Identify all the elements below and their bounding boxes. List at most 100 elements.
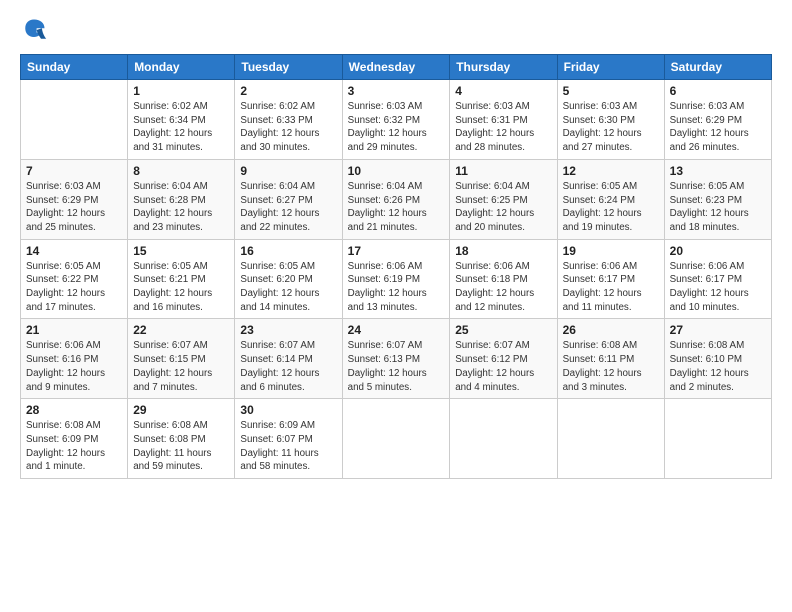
day-info: Sunrise: 6:08 AM Sunset: 6:09 PM Dayligh…: [26, 419, 122, 474]
calendar-cell: 19 Sunrise: 6:06 AM Sunset: 6:17 PM Dayli…: [557, 239, 664, 319]
calendar-cell: 17 Sunrise: 6:06 AM Sunset: 6:19 PM Dayli…: [342, 239, 450, 319]
day-info: Sunrise: 6:05 AM Sunset: 6:23 PM Dayligh…: [670, 180, 766, 235]
day-number: 3: [348, 84, 445, 98]
week-row-5: 28 Sunrise: 6:08 AM Sunset: 6:09 PM Dayli…: [21, 399, 772, 479]
calendar-cell: 24 Sunrise: 6:07 AM Sunset: 6:13 PM Dayli…: [342, 319, 450, 399]
calendar-cell: 10 Sunrise: 6:04 AM Sunset: 6:26 PM Dayli…: [342, 159, 450, 239]
day-info: Sunrise: 6:03 AM Sunset: 6:29 PM Dayligh…: [670, 100, 766, 155]
day-number: 30: [240, 403, 336, 417]
day-info: Sunrise: 6:05 AM Sunset: 6:22 PM Dayligh…: [26, 260, 122, 315]
day-info: Sunrise: 6:03 AM Sunset: 6:30 PM Dayligh…: [563, 100, 659, 155]
day-info: Sunrise: 6:04 AM Sunset: 6:27 PM Dayligh…: [240, 180, 336, 235]
page: SundayMondayTuesdayWednesdayThursdayFrid…: [0, 0, 792, 612]
calendar-cell: [664, 399, 771, 479]
calendar-cell: 20 Sunrise: 6:06 AM Sunset: 6:17 PM Dayli…: [664, 239, 771, 319]
day-info: Sunrise: 6:06 AM Sunset: 6:17 PM Dayligh…: [563, 260, 659, 315]
day-info: Sunrise: 6:06 AM Sunset: 6:16 PM Dayligh…: [26, 339, 122, 394]
day-number: 29: [133, 403, 229, 417]
day-number: 16: [240, 244, 336, 258]
day-info: Sunrise: 6:07 AM Sunset: 6:13 PM Dayligh…: [348, 339, 445, 394]
day-number: 8: [133, 164, 229, 178]
day-info: Sunrise: 6:09 AM Sunset: 6:07 PM Dayligh…: [240, 419, 336, 474]
day-number: 13: [670, 164, 766, 178]
day-info: Sunrise: 6:04 AM Sunset: 6:28 PM Dayligh…: [133, 180, 229, 235]
day-info: Sunrise: 6:05 AM Sunset: 6:24 PM Dayligh…: [563, 180, 659, 235]
day-number: 22: [133, 323, 229, 337]
day-number: 18: [455, 244, 551, 258]
day-number: 10: [348, 164, 445, 178]
day-number: 24: [348, 323, 445, 337]
day-info: Sunrise: 6:02 AM Sunset: 6:34 PM Dayligh…: [133, 100, 229, 155]
day-info: Sunrise: 6:07 AM Sunset: 6:14 PM Dayligh…: [240, 339, 336, 394]
calendar-cell: 27Sunrise: 6:08 AM Sunset: 6:10 PM Dayli…: [664, 319, 771, 399]
day-number: 15: [133, 244, 229, 258]
calendar-cell: 9 Sunrise: 6:04 AM Sunset: 6:27 PM Daylig…: [235, 159, 342, 239]
header: [20, 16, 772, 44]
day-info: Sunrise: 6:03 AM Sunset: 6:31 PM Dayligh…: [455, 100, 551, 155]
day-info: Sunrise: 6:06 AM Sunset: 6:19 PM Dayligh…: [348, 260, 445, 315]
day-info: Sunrise: 6:05 AM Sunset: 6:21 PM Dayligh…: [133, 260, 229, 315]
calendar-cell: 14 Sunrise: 6:05 AM Sunset: 6:22 PM Dayli…: [21, 239, 128, 319]
week-row-1: 1Sunrise: 6:02 AM Sunset: 6:34 PM Daylig…: [21, 80, 772, 160]
day-info: Sunrise: 6:05 AM Sunset: 6:20 PM Dayligh…: [240, 260, 336, 315]
calendar-body: 1Sunrise: 6:02 AM Sunset: 6:34 PM Daylig…: [21, 80, 772, 479]
day-info: Sunrise: 6:08 AM Sunset: 6:11 PM Dayligh…: [563, 339, 659, 394]
week-row-2: 7 Sunrise: 6:03 AM Sunset: 6:29 PM Daylig…: [21, 159, 772, 239]
day-number: 19: [563, 244, 659, 258]
day-number: 25: [455, 323, 551, 337]
calendar-cell: 26Sunrise: 6:08 AM Sunset: 6:11 PM Dayli…: [557, 319, 664, 399]
day-number: 14: [26, 244, 122, 258]
header-row: SundayMondayTuesdayWednesdayThursdayFrid…: [21, 55, 772, 80]
week-row-3: 14 Sunrise: 6:05 AM Sunset: 6:22 PM Dayli…: [21, 239, 772, 319]
day-number: 23: [240, 323, 336, 337]
day-number: 7: [26, 164, 122, 178]
day-number: 5: [563, 84, 659, 98]
day-number: 6: [670, 84, 766, 98]
calendar-cell: 8 Sunrise: 6:04 AM Sunset: 6:28 PM Daylig…: [128, 159, 235, 239]
calendar-cell: 11Sunrise: 6:04 AM Sunset: 6:25 PM Dayli…: [450, 159, 557, 239]
day-info: Sunrise: 6:04 AM Sunset: 6:26 PM Dayligh…: [348, 180, 445, 235]
column-header-thursday: Thursday: [450, 55, 557, 80]
calendar-cell: 15 Sunrise: 6:05 AM Sunset: 6:21 PM Dayli…: [128, 239, 235, 319]
calendar-header: SundayMondayTuesdayWednesdayThursdayFrid…: [21, 55, 772, 80]
calendar-cell: [450, 399, 557, 479]
calendar-cell: 5 Sunrise: 6:03 AM Sunset: 6:30 PM Daylig…: [557, 80, 664, 160]
calendar-cell: [21, 80, 128, 160]
calendar-cell: [342, 399, 450, 479]
column-header-sunday: Sunday: [21, 55, 128, 80]
day-number: 28: [26, 403, 122, 417]
week-row-4: 21 Sunrise: 6:06 AM Sunset: 6:16 PM Dayli…: [21, 319, 772, 399]
day-number: 20: [670, 244, 766, 258]
calendar-cell: 21 Sunrise: 6:06 AM Sunset: 6:16 PM Dayli…: [21, 319, 128, 399]
calendar-cell: 12Sunrise: 6:05 AM Sunset: 6:24 PM Dayli…: [557, 159, 664, 239]
day-info: Sunrise: 6:02 AM Sunset: 6:33 PM Dayligh…: [240, 100, 336, 155]
day-number: 21: [26, 323, 122, 337]
calendar-cell: 29 Sunrise: 6:08 AM Sunset: 6:08 PM Dayli…: [128, 399, 235, 479]
column-header-saturday: Saturday: [664, 55, 771, 80]
calendar-cell: 4 Sunrise: 6:03 AM Sunset: 6:31 PM Daylig…: [450, 80, 557, 160]
calendar-cell: 23 Sunrise: 6:07 AM Sunset: 6:14 PM Dayli…: [235, 319, 342, 399]
calendar-cell: 3 Sunrise: 6:03 AM Sunset: 6:32 PM Daylig…: [342, 80, 450, 160]
column-header-friday: Friday: [557, 55, 664, 80]
day-info: Sunrise: 6:07 AM Sunset: 6:12 PM Dayligh…: [455, 339, 551, 394]
day-info: Sunrise: 6:03 AM Sunset: 6:32 PM Dayligh…: [348, 100, 445, 155]
calendar-cell: 28 Sunrise: 6:08 AM Sunset: 6:09 PM Dayli…: [21, 399, 128, 479]
calendar-cell: 13 Sunrise: 6:05 AM Sunset: 6:23 PM Dayli…: [664, 159, 771, 239]
day-info: Sunrise: 6:06 AM Sunset: 6:17 PM Dayligh…: [670, 260, 766, 315]
day-info: Sunrise: 6:03 AM Sunset: 6:29 PM Dayligh…: [26, 180, 122, 235]
logo: [20, 16, 52, 44]
calendar-cell: 6 Sunrise: 6:03 AM Sunset: 6:29 PM Daylig…: [664, 80, 771, 160]
logo-icon: [20, 16, 48, 44]
day-number: 17: [348, 244, 445, 258]
day-number: 2: [240, 84, 336, 98]
day-number: 11: [455, 164, 551, 178]
day-number: 9: [240, 164, 336, 178]
calendar-cell: 7 Sunrise: 6:03 AM Sunset: 6:29 PM Daylig…: [21, 159, 128, 239]
calendar-cell: 2 Sunrise: 6:02 AM Sunset: 6:33 PM Daylig…: [235, 80, 342, 160]
day-info: Sunrise: 6:06 AM Sunset: 6:18 PM Dayligh…: [455, 260, 551, 315]
day-number: 4: [455, 84, 551, 98]
calendar-cell: [557, 399, 664, 479]
day-info: Sunrise: 6:08 AM Sunset: 6:08 PM Dayligh…: [133, 419, 229, 474]
calendar-cell: 1Sunrise: 6:02 AM Sunset: 6:34 PM Daylig…: [128, 80, 235, 160]
day-number: 27: [670, 323, 766, 337]
